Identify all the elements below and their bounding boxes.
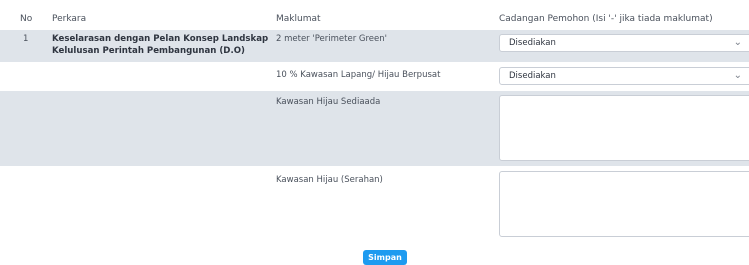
row-number: 1 xyxy=(23,34,29,44)
maklumat-kawasan-hijau-sediaada: Kawasan Hijau Sediaada xyxy=(276,97,381,107)
cadangan-select-perimeter-green[interactable]: Disediakan ⌄ xyxy=(499,34,749,52)
select-value: Disediakan xyxy=(509,71,556,81)
maklumat-perimeter-green: 2 meter 'Perimeter Green' xyxy=(276,34,387,44)
chevron-down-icon: ⌄ xyxy=(733,70,742,81)
save-button[interactable]: Simpan xyxy=(363,250,407,265)
cadangan-textarea-kawasan-hijau-sediaada[interactable] xyxy=(499,95,749,161)
header-perkara: Perkara xyxy=(52,14,87,24)
perkara-text: Keselarasan dengan Pelan Konsep Landskap… xyxy=(52,33,268,57)
cadangan-textarea-kawasan-hijau-serahan[interactable] xyxy=(499,171,749,237)
maklumat-kawasan-hijau-serahan: Kawasan Hijau (Serahan) xyxy=(276,175,383,185)
select-value: Disediakan xyxy=(509,38,556,48)
header-no: No xyxy=(20,14,33,24)
cadangan-select-kawasan-lapang[interactable]: Disediakan ⌄ xyxy=(499,67,749,85)
header-maklumat: Maklumat xyxy=(276,14,321,24)
chevron-down-icon: ⌄ xyxy=(733,37,742,48)
perkara-line-1: Keselarasan dengan Pelan Konsep Landskap xyxy=(52,34,269,44)
header-cadangan: Cadangan Pemohon (Isi '-' jika tiada mak… xyxy=(499,14,713,24)
perkara-line-2: Kelulusan Perintah Pembangunan (D.O) xyxy=(52,46,245,56)
maklumat-kawasan-lapang: 10 % Kawasan Lapang/ Hijau Berpusat xyxy=(276,70,441,80)
